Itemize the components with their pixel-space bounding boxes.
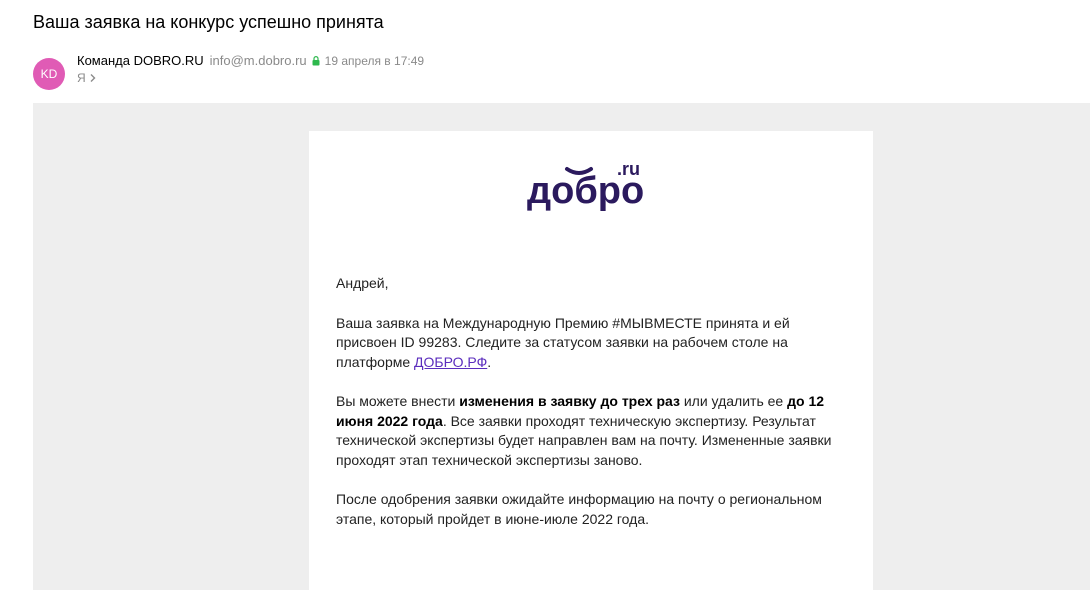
sender-row: Команда DOBRO.RU info@m.dobro.ru 19 апре…: [77, 53, 424, 68]
dobro-rf-link[interactable]: ДОБРО.РФ: [414, 354, 487, 370]
logo-suffix: .ru: [617, 159, 640, 179]
lock-icon: [312, 55, 320, 65]
message-content: Андрей, Ваша заявка на Международную Пре…: [336, 274, 836, 549]
sender-email[interactable]: info@m.dobro.ru: [210, 53, 307, 68]
dobro-logo: добро .ru: [527, 159, 644, 212]
recipient-label: Я: [77, 71, 86, 85]
message-card: добро .ru Андрей, Ваша заявка на Междуна…: [309, 131, 873, 590]
email-date: 19 апреля в 17:49: [324, 53, 425, 68]
sender-avatar[interactable]: KD: [33, 58, 65, 90]
chevron-right-icon: [90, 74, 96, 82]
paragraph-1: Ваша заявка на Международную Премию #МЫВ…: [336, 314, 790, 370]
greeting: Андрей,: [336, 275, 389, 291]
paragraph-2: Вы можете внести изменения в заявку до т…: [336, 393, 832, 468]
paragraph-3: После одобрения заявки ожидайте информац…: [336, 491, 822, 527]
email-subject: Ваша заявка на конкурс успешно принята: [33, 12, 384, 32]
recipient-row[interactable]: Я: [77, 71, 96, 85]
sender-name[interactable]: Команда DOBRO.RU: [77, 53, 204, 68]
